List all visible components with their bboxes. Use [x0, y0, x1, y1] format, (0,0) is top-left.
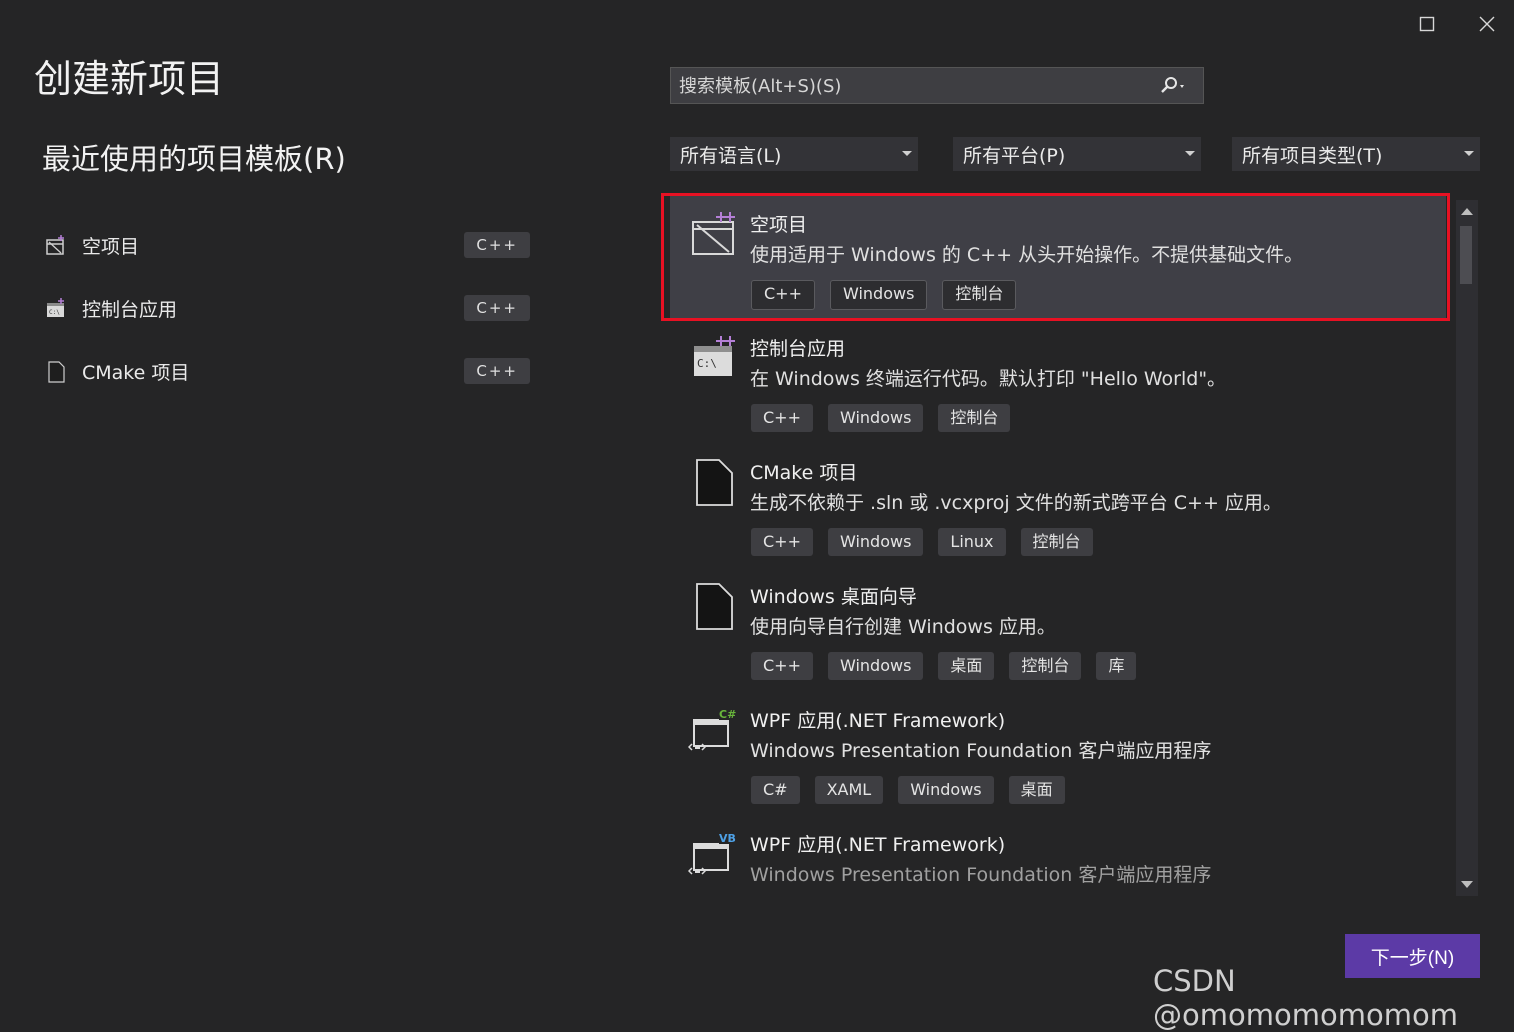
console-app-icon: C:\ — [688, 334, 736, 382]
search-input[interactable] — [671, 68, 1151, 105]
template-tag: Windows — [827, 652, 924, 680]
template-tags: C++ Windows 控制台 — [751, 404, 1011, 432]
language-filter-value: 所有语言(L) — [680, 144, 782, 167]
template-name: Windows 桌面向导 — [750, 586, 917, 608]
template-item-cmake-project[interactable]: CMake 项目 生成不依赖于 .sln 或 .vcxproj 文件的新式跨平台… — [670, 444, 1446, 568]
scroll-down-icon[interactable] — [1461, 881, 1473, 888]
chevron-down-icon — [1464, 151, 1474, 156]
wpf-vb-icon: VB — [687, 830, 736, 878]
maximize-button[interactable] — [1409, 8, 1445, 44]
language-tag: C++ — [464, 232, 530, 258]
svg-text:VB: VB — [719, 832, 736, 845]
template-item-windows-desktop-wizard[interactable]: Windows 桌面向导 使用向导自行创建 Windows 应用。 C++ Wi… — [670, 568, 1446, 692]
chevron-down-icon — [1185, 151, 1195, 156]
project-type-filter-value: 所有项目类型(T) — [1242, 144, 1383, 167]
template-tag: 控制台 — [1020, 528, 1093, 556]
empty-project-icon — [688, 210, 736, 258]
template-name: 控制台应用 — [750, 338, 846, 360]
platform-filter-value: 所有平台(P) — [963, 144, 1066, 167]
template-description: 在 Windows 终端运行代码。默认打印 "Hello World"。 — [750, 368, 1227, 390]
template-description: 生成不依赖于 .sln 或 .vcxproj 文件的新式跨平台 C++ 应用。 — [750, 492, 1282, 514]
recent-item-empty-project[interactable]: 空项目 C++ — [44, 214, 534, 277]
template-description: Windows Presentation Foundation 客户端应用程序 — [750, 864, 1212, 886]
platform-filter[interactable]: 所有平台(P) — [953, 137, 1201, 171]
template-name: WPF 应用(.NET Framework) — [750, 710, 1006, 732]
recent-item-cmake-project[interactable]: CMake 项目 C++ — [44, 340, 534, 403]
template-tag: C# — [751, 776, 800, 804]
template-tag: Linux — [938, 528, 1006, 556]
maximize-icon — [1419, 16, 1435, 36]
empty-project-icon — [44, 234, 68, 258]
template-item-wpf-vb[interactable]: VB WPF 应用(.NET Framework) Windows Presen… — [670, 816, 1446, 886]
template-list-scrollbar[interactable] — [1456, 200, 1478, 896]
document-icon — [688, 458, 736, 506]
console-app-icon: C:\ — [44, 297, 68, 321]
language-tag: C++ — [464, 358, 530, 384]
template-tag: 库 — [1096, 652, 1137, 680]
watermark: CSDN @omomomomomom — [1153, 964, 1458, 1032]
search-icon[interactable] — [1159, 76, 1189, 96]
svg-text:C:\: C:\ — [697, 357, 717, 370]
template-name: 空项目 — [750, 214, 808, 236]
template-tag: Windows — [898, 776, 994, 804]
template-tags: C# XAML Windows 桌面 — [751, 776, 1065, 804]
recent-item-label: 控制台应用 — [82, 299, 178, 321]
language-filter[interactable]: 所有语言(L) — [670, 137, 918, 171]
template-item-wpf-csharp[interactable]: C# WPF 应用(.NET Framework) Windows Presen… — [670, 692, 1446, 816]
template-list: 空项目 使用适用于 Windows 的 C++ 从头开始操作。不提供基础文件。 … — [670, 196, 1446, 886]
template-name: WPF 应用(.NET Framework) — [750, 834, 1006, 856]
recent-item-label: CMake 项目 — [82, 362, 190, 384]
template-tag: 控制台 — [942, 280, 1017, 310]
template-tag: Windows — [827, 528, 924, 556]
template-tag: 控制台 — [938, 404, 1011, 432]
recent-templates-list: 空项目 C++ C:\ 控制台应用 C++ CMake 项目 C++ — [44, 214, 534, 403]
template-tag: Windows — [829, 280, 928, 310]
recent-item-console-app[interactable]: C:\ 控制台应用 C++ — [44, 277, 534, 340]
template-tag: XAML — [814, 776, 884, 804]
document-icon — [688, 582, 736, 630]
close-button[interactable] — [1469, 8, 1505, 44]
recent-templates-heading: 最近使用的项目模板(R) — [42, 142, 346, 176]
template-tag: C++ — [751, 528, 813, 556]
svg-text:C#: C# — [719, 708, 736, 721]
template-item-empty-project[interactable]: 空项目 使用适用于 Windows 的 C++ 从头开始操作。不提供基础文件。 … — [670, 196, 1446, 320]
template-description: 使用适用于 Windows 的 C++ 从头开始操作。不提供基础文件。 — [750, 244, 1304, 266]
template-tag: C++ — [751, 404, 813, 432]
recent-item-label: 空项目 — [82, 236, 140, 258]
scroll-thumb[interactable] — [1460, 226, 1472, 284]
chevron-down-icon — [902, 151, 912, 156]
template-tag: Windows — [827, 404, 924, 432]
template-name: CMake 项目 — [750, 462, 858, 484]
wpf-csharp-icon: C# — [687, 706, 736, 754]
template-tag: 桌面 — [938, 652, 995, 680]
template-tag: 控制台 — [1009, 652, 1082, 680]
close-icon — [1479, 16, 1495, 36]
document-icon — [44, 360, 68, 384]
project-type-filter[interactable]: 所有项目类型(T) — [1232, 137, 1480, 171]
template-tag: C++ — [751, 652, 813, 680]
language-tag: C++ — [464, 295, 530, 321]
template-tag: C++ — [751, 280, 815, 310]
template-tags: C++ Windows Linux 控制台 — [751, 528, 1093, 556]
template-description: 使用向导自行创建 Windows 应用。 — [750, 616, 1056, 638]
svg-text:C:\: C:\ — [49, 309, 60, 316]
template-tags: C++ Windows 桌面 控制台 库 — [751, 652, 1137, 680]
template-item-console-app[interactable]: C:\ 控制台应用 在 Windows 终端运行代码。默认打印 "Hello W… — [670, 320, 1446, 444]
template-tags: C++ Windows 控制台 — [751, 280, 1017, 310]
template-search — [670, 67, 1204, 105]
template-description: Windows Presentation Foundation 客户端应用程序 — [750, 740, 1212, 762]
page-title: 创建新项目 — [34, 57, 225, 101]
scroll-up-icon[interactable] — [1461, 208, 1473, 215]
template-tag: 桌面 — [1008, 776, 1065, 804]
